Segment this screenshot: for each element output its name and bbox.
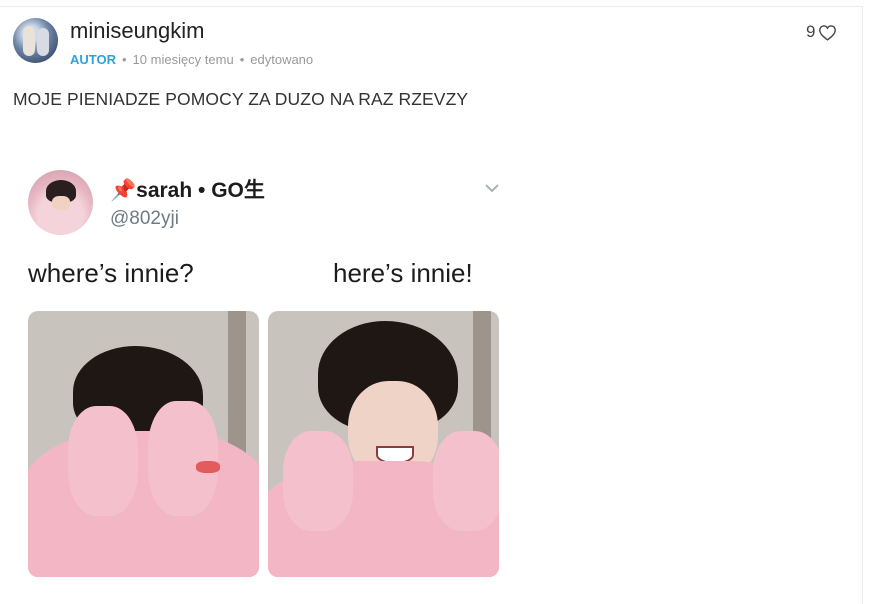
post-time: 10 miesięcy temu: [132, 52, 234, 67]
author-badge: AUTOR: [70, 52, 116, 67]
edited-label: edytowano: [250, 52, 314, 67]
right-divider: [862, 6, 863, 604]
like-count: 9: [806, 22, 816, 41]
username-link[interactable]: miniseungkim: [70, 18, 205, 44]
tweet-display-name: 📌sarah • GO生: [110, 179, 265, 202]
meta-separator: •: [239, 52, 245, 67]
photo-smiling: [268, 311, 499, 577]
attached-image[interactable]: 📌sarah • GO生 @802yji where’s innie? here…: [13, 150, 523, 600]
heart-outline-icon[interactable]: [818, 24, 837, 41]
top-divider: [0, 6, 862, 7]
caption-left: where’s innie?: [28, 258, 194, 288]
tweet-avatar: [28, 170, 93, 235]
tweet-handle: @802yji: [110, 208, 179, 229]
caption-right: here’s innie!: [333, 258, 473, 288]
comment-text: MOJE PIENIADZE POMOCY ZA DUZO NA RAZ RZE…: [13, 89, 469, 109]
chevron-down-icon: [485, 180, 499, 198]
user-avatar[interactable]: [13, 18, 58, 63]
photo-hiding: [28, 311, 259, 577]
meta-separator: •: [121, 52, 127, 67]
post-meta: AUTOR • 10 miesięcy temu • edytowano: [70, 52, 313, 67]
like-button[interactable]: 9: [806, 22, 837, 42]
